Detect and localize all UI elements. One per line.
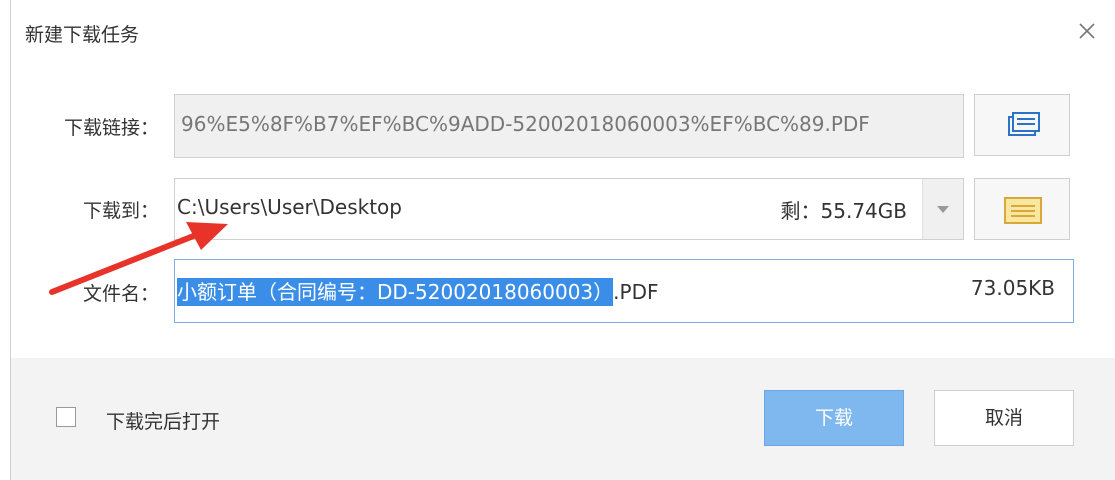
- save-path-value: C:\Users\User\Desktop: [177, 195, 402, 219]
- close-icon[interactable]: [1074, 18, 1100, 44]
- open-after-download-checkbox[interactable]: [56, 407, 76, 427]
- save-to-label: 下载到：: [82, 200, 159, 222]
- open-after-download-label[interactable]: 下载完后打开: [106, 407, 220, 434]
- url-value: 96%E5%8F%B7%EF%BC%9ADD-52002018060003%EF…: [181, 112, 870, 136]
- url-field[interactable]: 96%E5%8F%B7%EF%BC%9ADD-52002018060003%EF…: [174, 94, 964, 158]
- copy-link-button[interactable]: [974, 94, 1070, 156]
- filename-extension: .PDF: [613, 280, 659, 304]
- browse-folder-button[interactable]: [974, 178, 1070, 240]
- download-button[interactable]: 下载: [764, 390, 904, 446]
- save-path-combobox[interactable]: C:\Users\User\Desktop 剩：55.74GB: [174, 178, 964, 240]
- free-space-text: 剩：55.74GB: [780, 199, 907, 223]
- filename-selected-text: 小额订单（合同编号：DD-52002018060003）: [177, 278, 614, 306]
- url-label: 下载链接：: [63, 117, 159, 139]
- title-bar: 新建下载任务: [11, 0, 1115, 60]
- copy-link-icon: [1008, 112, 1040, 136]
- folder-icon: [1004, 197, 1042, 224]
- path-dropdown-button[interactable]: [922, 179, 963, 239]
- dialog-footer: 下载完后打开 下载 取消: [11, 358, 1115, 480]
- file-size-text: 73.05KB: [970, 276, 1055, 300]
- chevron-down-icon: [937, 206, 949, 213]
- cancel-button[interactable]: 取消: [934, 390, 1074, 446]
- filename-input[interactable]: 小额订单（合同编号：DD-52002018060003）.PDF 73.05KB: [174, 259, 1074, 323]
- download-dialog: 新建下载任务 下载链接： 96%E5%8F%B7%EF%BC%9ADD-5200…: [10, 0, 1115, 480]
- filename-label: 文件名：: [82, 283, 159, 305]
- dialog-title: 新建下载任务: [25, 24, 140, 46]
